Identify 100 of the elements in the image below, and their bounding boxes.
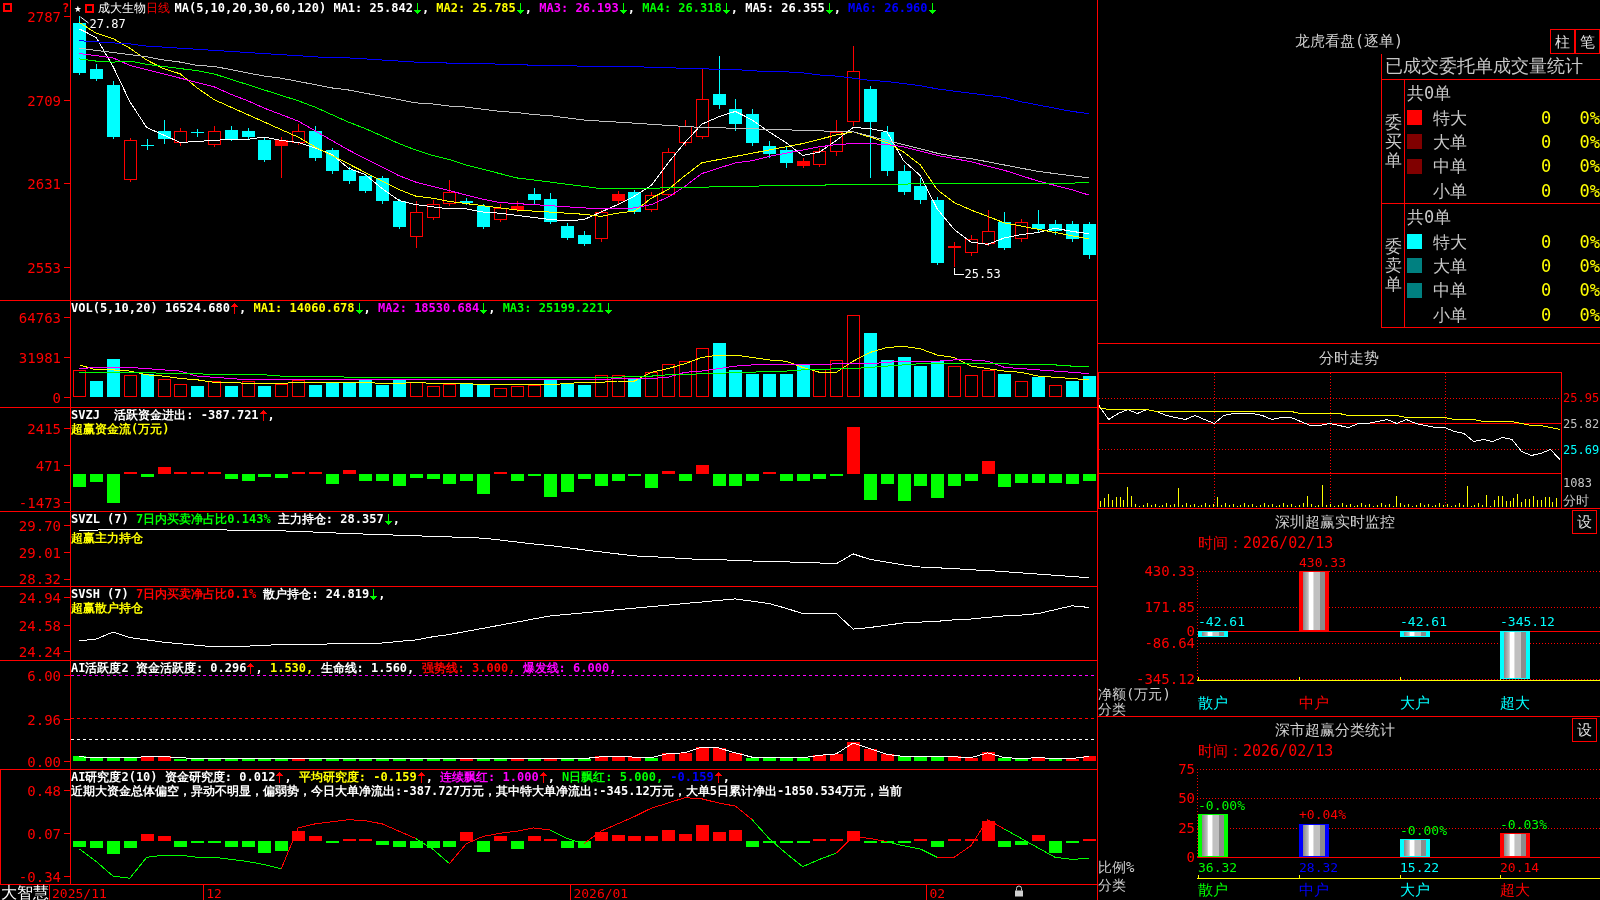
axis-label: 50: [1178, 790, 1195, 807]
legend-text: 平均研究度: -0.159: [298, 770, 417, 784]
order-size-label: 中单: [1433, 156, 1468, 177]
legend-text: AI活跃度2 资金活跃度: 0.296: [71, 661, 247, 675]
axis-label: 75: [1178, 761, 1195, 777]
axis-label: 29.01: [18, 544, 61, 561]
order-count: 0: [1539, 131, 1553, 152]
axis-label: 2.96: [27, 711, 61, 728]
axis-label: -345.12: [1136, 671, 1195, 687]
legend-text: ,: [378, 587, 386, 601]
side-label: 委买单: [1384, 113, 1402, 170]
order-share: 0%: [1578, 180, 1600, 201]
legend-text: SVZJ 活跃资金进出: -387.721: [71, 408, 259, 422]
axis-label: 25.82: [1563, 416, 1600, 431]
legend-text: VOL(5,10,20) 16524.680: [71, 301, 230, 315]
legend-text: 7日内买卖净占比0.143%: [136, 512, 271, 526]
legend-text: MA(5,10,20,30,60,120) MA1: 25.842: [174, 1, 413, 15]
axis-label: 0.07: [27, 825, 61, 842]
order-size-label: 大单: [1433, 131, 1468, 152]
change-label: -0.03%: [1500, 816, 1547, 832]
legend-text: ,: [238, 301, 248, 315]
indicator-caption: 近期大资金总体偏空，异动不明显，偏弱势，今日大单净流出:-387.727万元，其中特大单净流出:-345.12万元，大单5日累计净出-1850.534万元，当前: [71, 784, 903, 798]
legend-text: ,: [833, 1, 842, 15]
axis-label: 25.69: [1563, 442, 1600, 457]
indicator-caption: 超赢主力持仓: [71, 531, 143, 545]
order-size-label: 小单: [1433, 180, 1468, 201]
stock-name: 成大生物: [98, 1, 147, 15]
axis-label: 0.00: [27, 753, 61, 769]
axis-title: 分类: [1098, 877, 1126, 893]
legend-text: MA1: 14060.678: [253, 301, 355, 315]
order-size-label: 特大: [1433, 107, 1468, 128]
indicator-caption: 超赢资金流(万元): [71, 422, 170, 436]
date-label: 12: [206, 885, 222, 900]
axis-label: 6.00: [27, 667, 61, 684]
legend-text: 连续飘红: 1.000: [440, 770, 539, 784]
order-size-label: 小单: [1433, 304, 1468, 325]
category-label: 大户: [1400, 694, 1430, 712]
axis-label: 24.58: [18, 617, 61, 634]
axis-label: 2631: [27, 175, 61, 192]
panel-title: 深圳超赢实时监控: [1275, 513, 1395, 531]
legend-text: ,: [267, 408, 275, 422]
order-size-label: 大单: [1433, 255, 1468, 276]
panel-title: 深市超赢分类统计: [1275, 721, 1395, 739]
order-share: 0%: [1578, 156, 1600, 177]
order-share: 0%: [1578, 280, 1600, 301]
axis-label: 25: [1178, 819, 1195, 836]
legend-text: ,: [488, 301, 497, 315]
time-label: 时间：2026/02/13: [1198, 534, 1334, 552]
axis-title: 分时: [1563, 492, 1589, 508]
category-label: 散户: [1198, 881, 1228, 899]
order-count: 0: [1539, 156, 1553, 177]
order-count: 0: [1539, 255, 1553, 276]
time-label: 时间：2026/02/13: [1198, 742, 1334, 760]
axis-label: 31981: [18, 349, 61, 366]
axis-title: 分类: [1098, 701, 1126, 716]
legend-text: MA5: 26.355: [745, 1, 825, 15]
axis-label: 2709: [27, 92, 61, 109]
data-label: 36.32: [1198, 859, 1238, 875]
legend-text: 生命线: 1.560,: [319, 661, 415, 675]
legend-text: ,: [524, 1, 534, 15]
axis-label: -1473: [18, 494, 61, 511]
legend-text: 爆发线: 6.000,: [521, 661, 617, 675]
change-label: -0.00%: [1198, 797, 1245, 813]
indicator-caption: 超赢散户持仓: [71, 601, 143, 615]
axis-label: 64763: [18, 309, 61, 326]
axis-label: 28.32: [18, 571, 61, 586]
date-label: 2025/11: [52, 885, 107, 900]
data-label: 430.33: [1299, 554, 1346, 570]
legend-text: ,: [547, 770, 556, 784]
group-total: 共0单: [1407, 207, 1452, 228]
date-label: 02: [929, 885, 946, 900]
category-label: 散户: [1198, 694, 1228, 712]
order-size-label: 特大: [1433, 231, 1468, 252]
axis-label: 2415: [27, 420, 61, 437]
annotation: 25.53: [964, 267, 1001, 281]
legend-text: SVZL (7): [71, 512, 130, 526]
axis-label: 24.94: [18, 589, 61, 606]
legend-text: ,: [722, 770, 730, 784]
legend-text: ,: [627, 1, 636, 15]
legend-text: MA2: 25.785: [436, 1, 516, 15]
order-share: 0%: [1578, 304, 1600, 325]
axis-label: -0.34: [18, 868, 61, 885]
legend-text: 散户持仓: 24.819: [262, 587, 370, 601]
legend-text: -0.159: [669, 770, 714, 784]
panel-title: 龙虎看盘(逐单): [1294, 32, 1404, 52]
order-count: 0: [1539, 280, 1553, 301]
axis-label: 2787: [27, 8, 61, 25]
axis-title: 比例%: [1098, 859, 1135, 875]
legend-text: MA6: 26.960: [848, 1, 928, 15]
legend-text: MA4: 26.318: [642, 1, 722, 15]
legend-text: 7日内买卖净占比0.1%: [136, 587, 257, 601]
category-label: 超大: [1500, 694, 1530, 712]
price-annotation: 25.53: [954, 267, 1001, 281]
category-label: 超大: [1500, 881, 1530, 899]
data-label: 15.22: [1400, 859, 1440, 875]
category-label: 大户: [1400, 881, 1430, 899]
app-name: 大智慧: [1, 885, 49, 900]
axis-label: 2553: [27, 259, 61, 276]
legend-text: MA3: 26.193: [539, 1, 619, 15]
legend-text: 主力持仓: 28.357: [276, 512, 384, 526]
